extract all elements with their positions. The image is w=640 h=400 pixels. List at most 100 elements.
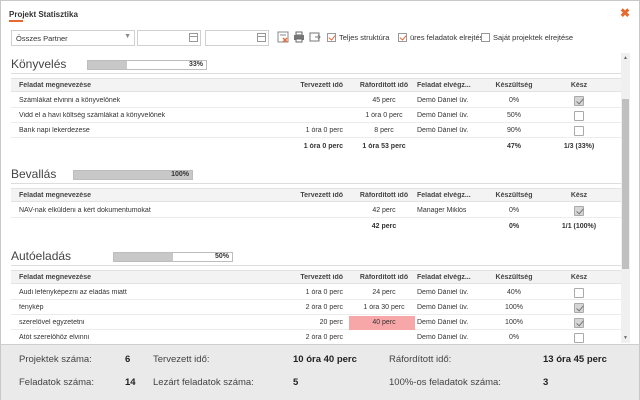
col-header-ready[interactable]: Készültség (489, 192, 539, 199)
total-ready: 0% (508, 223, 520, 230)
done-checkbox[interactable] (574, 206, 584, 216)
export-icon[interactable] (309, 31, 321, 43)
done-checkbox[interactable] (574, 96, 584, 106)
task-spent: 45 perc (372, 97, 396, 104)
scroll-down-icon[interactable]: ▼ (623, 335, 628, 341)
task-owner: Demó Dániel üv. (417, 319, 469, 326)
col-header-spent[interactable]: Ráfordított idő (351, 82, 417, 89)
table-row[interactable]: Vidd el a havi költség számlákat a könyv… (11, 109, 621, 123)
full-structure-label: Teljes struktúra (339, 33, 390, 42)
titlebar: Projekt Statisztika ✖ (1, 1, 639, 27)
section-title: Autóeladás (11, 249, 72, 263)
project-section: Autóeladás 50% Feladat megnevezése Terve… (11, 249, 621, 343)
progress-fill (114, 253, 173, 261)
section-divider (11, 265, 621, 266)
section-divider (11, 183, 621, 184)
task-owner: Demó Dániel üv. (417, 334, 469, 341)
section-progress-bar: 50% (113, 252, 233, 262)
chevron-down-icon: ▼ (124, 33, 131, 40)
summary-footer: Projektek száma: 6 Tervezett idő: 10 óra… (1, 344, 639, 400)
clear-filter-icon[interactable] (277, 31, 289, 43)
vertical-scrollbar[interactable]: ▲ ▼ (621, 53, 630, 343)
total-done: 1/1 (100%) (561, 223, 597, 230)
table-row[interactable]: Bank napi lekerdezese 1 óra 0 perc 8 per… (11, 124, 621, 138)
task-ready: 0% (508, 207, 520, 214)
task-plan: 2 óra 0 perc (305, 334, 343, 341)
col-header-spent[interactable]: Ráfordított idő (351, 192, 417, 199)
table-header: Feladat megnevezése Tervezett idő Ráford… (11, 270, 621, 284)
section-progress-bar: 33% (87, 60, 207, 70)
hide-empty-tasks-label: üres feladatok elrejtése (410, 33, 488, 42)
table-header: Feladat megnevezése Tervezett idő Ráford… (11, 78, 621, 92)
col-header-plan[interactable]: Tervezett idő (273, 274, 343, 281)
task-ready: 0% (508, 97, 520, 104)
done-checkbox[interactable] (574, 288, 584, 298)
section-divider (11, 73, 621, 74)
col-header-ready[interactable]: Készültség (489, 82, 539, 89)
hide-own-projects-checkbox[interactable] (481, 33, 490, 42)
col-header-owner[interactable]: Feladat elvégz... (417, 274, 485, 281)
task-name: szerelővel egyzetetni (19, 319, 85, 326)
col-header-owner[interactable]: Feladat elvégz... (417, 82, 485, 89)
table-row[interactable]: szerelővel egyzetetni 20 perc 40 perc De… (11, 316, 621, 330)
task-spent: 40 perc (372, 319, 396, 326)
task-spent: 8 perc (374, 127, 394, 134)
progress-label: 33% (188, 61, 203, 68)
total-spent: 1 óra 53 perc (362, 143, 406, 150)
hide-empty-tasks-checkbox[interactable] (398, 33, 407, 42)
scroll-up-icon[interactable]: ▲ (623, 55, 628, 61)
col-header-done[interactable]: Kész (551, 192, 607, 199)
col-header-plan[interactable]: Tervezett idő (273, 82, 343, 89)
total-spent: 42 perc (371, 223, 397, 230)
task-name: fénykép (19, 304, 44, 311)
table-row[interactable]: Audi lefényképezni az eladás miatt 1 óra… (11, 286, 621, 300)
done-checkbox[interactable] (574, 126, 584, 136)
section-progress-bar: 100% (73, 170, 193, 180)
done-checkbox[interactable] (574, 303, 584, 313)
col-header-name[interactable]: Feladat megnevezése (19, 192, 269, 199)
col-header-done[interactable]: Kész (551, 274, 607, 281)
date-to-field[interactable] (205, 30, 269, 46)
calendar-icon[interactable] (257, 33, 266, 42)
window-title: Projekt Statisztika (9, 10, 78, 19)
table-row[interactable]: Atót szerelőhöz elvinni 2 óra 0 perc Dem… (11, 331, 621, 343)
project-section: Bevallás 100% Feladat megnevezése Tervez… (11, 167, 621, 237)
task-plan: 1 óra 0 perc (305, 127, 343, 134)
date-from-field[interactable] (137, 30, 201, 46)
table-row[interactable]: Számlákat elvinni a könyvelőnek 45 perc … (11, 94, 621, 108)
close-icon[interactable]: ✖ (619, 7, 631, 19)
tasks-count-value: 14 (125, 377, 136, 388)
table-row[interactable]: fénykép 2 óra 0 perc 1 óra 30 perc Demó … (11, 301, 621, 315)
total-plan: 1 óra 0 perc (303, 143, 343, 150)
partner-select-value: Összes Partner (16, 34, 68, 43)
task-spent: 1 óra 30 perc (363, 304, 405, 311)
col-header-ready[interactable]: Készültség (489, 274, 539, 281)
task-name: Bank napi lekerdezese (19, 127, 90, 134)
partner-select[interactable]: Összes Partner ▼ (11, 30, 135, 46)
done-checkbox[interactable] (574, 333, 584, 343)
table-row[interactable]: NAV-nak elküldeni a kért dokumentumokat … (11, 204, 621, 218)
col-header-done[interactable]: Kész (551, 82, 607, 89)
col-header-owner[interactable]: Feladat elvégz... (417, 192, 485, 199)
title-underline (9, 20, 23, 22)
project-section: Könyvelés 33% Feladat megnevezése Tervez… (11, 57, 621, 157)
progress-label: 100% (171, 171, 189, 178)
task-owner: Demó Dániel üv. (417, 304, 469, 311)
done-checkbox[interactable] (574, 318, 584, 328)
col-header-name[interactable]: Feladat megnevezése (19, 274, 269, 281)
statistics-content: Könyvelés 33% Feladat megnevezése Tervez… (11, 53, 621, 343)
col-header-plan[interactable]: Tervezett idő (273, 192, 343, 199)
closed-tasks-label: Lezárt feladatok száma: (153, 377, 254, 388)
done-checkbox[interactable] (574, 111, 584, 121)
print-icon[interactable] (293, 31, 305, 43)
col-header-name[interactable]: Feladat megnevezése (19, 82, 269, 89)
task-plan: 1 óra 0 perc (305, 289, 343, 296)
task-name: Audi lefényképezni az eladás miatt (19, 289, 127, 296)
table-total-row: 1 óra 0 perc 1 óra 53 perc 47% 1/3 (33%) (11, 140, 621, 154)
task-spent: 24 perc (372, 289, 396, 296)
col-header-spent[interactable]: Ráfordított idő (351, 274, 417, 281)
calendar-icon[interactable] (189, 33, 198, 42)
section-title: Bevallás (11, 167, 57, 181)
full-structure-checkbox[interactable] (327, 33, 336, 42)
scroll-thumb[interactable] (622, 99, 629, 269)
